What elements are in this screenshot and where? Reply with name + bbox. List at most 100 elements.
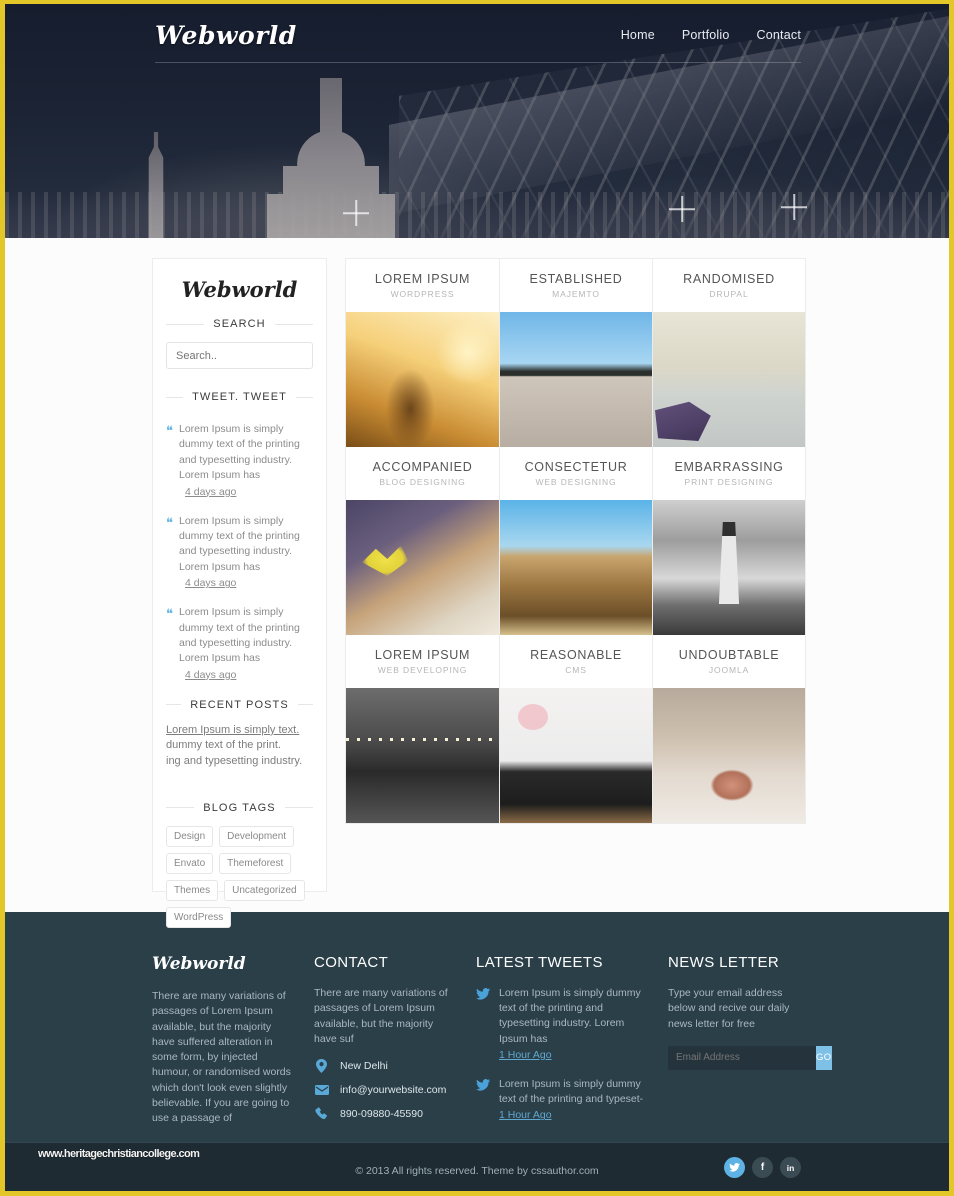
heading-rule-right	[284, 807, 313, 809]
newsletter-text: Type your email address below and recive…	[668, 987, 790, 1030]
portfolio-item[interactable]	[346, 500, 499, 635]
contact-email-item[interactable]: info@yourwebsite.com	[314, 1084, 456, 1096]
heading-rule-right	[295, 396, 314, 398]
footer-contact-heading: CONTACT	[314, 954, 389, 971]
tweet-time-link[interactable]: 4 days ago	[185, 486, 313, 498]
portfolio-item[interactable]: UNDOUBTABLE JOOMLA	[652, 635, 805, 688]
recent-posts-list: Lorem Ipsum is simply text. dummy text o…	[166, 723, 313, 770]
newsletter-heading: NEWS LETTER	[668, 954, 780, 971]
site-footer: Webworld There are many variations of pa…	[5, 912, 949, 1142]
tweet-item: ❝ Lorem Ipsum is simply dummy text of th…	[166, 605, 313, 667]
footer-tweet-time-link[interactable]: 1 Hour Ago	[499, 1108, 648, 1123]
footer-tweet-body: Lorem Ipsum is simply dummy text of the …	[499, 1078, 644, 1106]
contact-email-text[interactable]: info@yourwebsite.com	[340, 1084, 446, 1096]
portfolio-subtitle: MAJEMTO	[552, 289, 600, 299]
portfolio-item[interactable]	[652, 688, 805, 823]
portfolio-subtitle: JOOMLA	[708, 665, 750, 675]
footer-tweets-heading: LATEST TWEETS	[476, 954, 603, 971]
black-white-lighthouse-photo[interactable]	[653, 500, 805, 635]
tag-chip[interactable]: Themeforest	[219, 852, 292, 874]
contact-address-text: New Delhi	[340, 1060, 388, 1073]
twitter-icon[interactable]	[724, 1157, 745, 1178]
tweet-time-link[interactable]: 4 days ago	[185, 577, 313, 589]
portfolio-item[interactable]: LOREM IPSUM WORDPRESS	[346, 259, 499, 312]
bottom-bar: www.heritagechristiancollege.com © 2013 …	[5, 1142, 949, 1191]
portfolio-item[interactable]	[499, 500, 652, 635]
cat-nose-closeup-photo[interactable]	[653, 688, 805, 823]
search-input[interactable]	[166, 342, 313, 369]
turntable-needle-photo[interactable]	[500, 688, 652, 823]
portfolio-subtitle: WEB DEVELOPING	[377, 665, 468, 675]
footer-logo: Webworld	[152, 954, 246, 974]
blog-tags-heading: BLOG TAGS	[166, 802, 313, 814]
portfolio-caption: UNDOUBTABLE JOOMLA	[653, 635, 805, 688]
portfolio-item[interactable]: EMBARRASSING PRINT DESIGNING	[652, 447, 805, 500]
portfolio-subtitle: DRUPAL	[709, 289, 749, 299]
wooden-dock-blue-sky-photo[interactable]	[500, 312, 652, 447]
tag-chip[interactable]: Development	[219, 825, 295, 847]
portfolio-caption: EMBARRASSING PRINT DESIGNING	[653, 447, 805, 500]
nav-item-contact[interactable]: Contact	[757, 28, 801, 42]
newsletter-go-button[interactable]: GO	[816, 1045, 832, 1070]
portfolio-caption-row: ACCOMPANIED BLOG DESIGNING CONSECTETUR W…	[346, 447, 805, 500]
desert-canyon-landscape-photo[interactable]	[500, 500, 652, 635]
heading-rule-left	[166, 807, 195, 809]
recent-posts-heading: RECENT POSTS	[166, 699, 314, 711]
tweet-time-link[interactable]: 4 days ago	[185, 669, 313, 681]
nav-item-home[interactable]: Home	[621, 28, 655, 42]
yellow-leaf-on-rocks-photo[interactable]	[346, 500, 499, 635]
portfolio-item[interactable]	[499, 688, 652, 823]
main-content: Webworld SEARCH TWEET. TWEET ❝ Lorem Ips…	[5, 238, 949, 928]
portfolio-title: EMBARRASSING	[674, 460, 784, 474]
portfolio-item[interactable]	[652, 500, 805, 635]
portfolio-item[interactable]: CONSECTETUR WEB DESIGNING	[499, 447, 652, 500]
portfolio-item[interactable]	[346, 688, 499, 823]
tag-chip[interactable]: Uncategorized	[224, 879, 305, 901]
portfolio-title: ACCOMPANIED	[372, 460, 473, 474]
portfolio-item[interactable]: ESTABLISHED MAJEMTO	[499, 259, 652, 312]
tag-chip[interactable]: WordPress	[166, 906, 232, 928]
tag-chip[interactable]: Design	[166, 825, 214, 847]
footer-tweet-time-link[interactable]: 1 Hour Ago	[499, 1048, 648, 1063]
portfolio-item[interactable]	[652, 312, 805, 447]
portfolio-caption: LOREM IPSUM WORDPRESS	[346, 259, 499, 312]
heading-rule-right	[297, 704, 314, 706]
contact-details-list: New Delhi info@yourwebsite.com 890-09880…	[314, 1059, 456, 1120]
portfolio-item[interactable]	[346, 312, 499, 447]
portfolio-subtitle: PRINT DESIGNING	[684, 477, 774, 487]
portfolio-item[interactable]: ACCOMPANIED BLOG DESIGNING	[346, 447, 499, 500]
portfolio-title: ESTABLISHED	[529, 272, 623, 286]
portfolio-caption: RANDOMISED DRUPAL	[653, 259, 805, 312]
portfolio-caption: CONSECTETUR WEB DESIGNING	[500, 447, 652, 500]
portfolio-caption: ESTABLISHED MAJEMTO	[500, 259, 652, 312]
brooklyn-bridge-night-photo[interactable]	[346, 688, 499, 823]
page-root: Webworld Home Portfolio Contact Webworld…	[0, 0, 954, 1196]
search-heading-label: SEARCH	[213, 318, 266, 330]
contact-address-item: New Delhi	[314, 1059, 456, 1074]
watermark-text: www.heritagechristiancollege.com	[38, 1148, 200, 1160]
portfolio-item[interactable]: LOREM IPSUM WEB DEVELOPING	[346, 635, 499, 688]
sidebar: Webworld SEARCH TWEET. TWEET ❝ Lorem Ips…	[152, 258, 327, 928]
tweet-text: Lorem Ipsum is simply dummy text of the …	[179, 514, 300, 573]
facebook-icon[interactable]: f	[752, 1157, 773, 1178]
nav-item-portfolio[interactable]: Portfolio	[682, 28, 730, 42]
tweet-text: Lorem Ipsum is simply dummy text of the …	[179, 423, 300, 482]
portfolio-item[interactable]: REASONABLE CMS	[499, 635, 652, 688]
newsletter-email-input[interactable]	[668, 1045, 816, 1070]
quote-icon: ❝	[166, 424, 173, 439]
tag-chip[interactable]: Themes	[166, 879, 219, 901]
linkedin-icon[interactable]: in	[780, 1157, 801, 1178]
portfolio-item[interactable]	[499, 312, 652, 447]
contact-phone-text: 890-09880-45590	[340, 1107, 423, 1120]
heading-rule-right	[274, 323, 314, 325]
recent-post-link[interactable]: Lorem Ipsum is simply text.	[166, 723, 313, 739]
portfolio-item[interactable]: RANDOMISED DRUPAL	[652, 259, 805, 312]
moored-boat-and-bird-photo[interactable]	[653, 312, 805, 447]
footer-about-text: There are many variations of passages of…	[152, 990, 291, 1125]
girl-in-sunset-field-photo[interactable]	[346, 312, 499, 447]
site-logo[interactable]: Webworld	[155, 21, 297, 50]
footer-newsletter-column: NEWS LETTER Type your email address belo…	[668, 954, 832, 1138]
tag-chip[interactable]: Envato	[166, 852, 214, 874]
